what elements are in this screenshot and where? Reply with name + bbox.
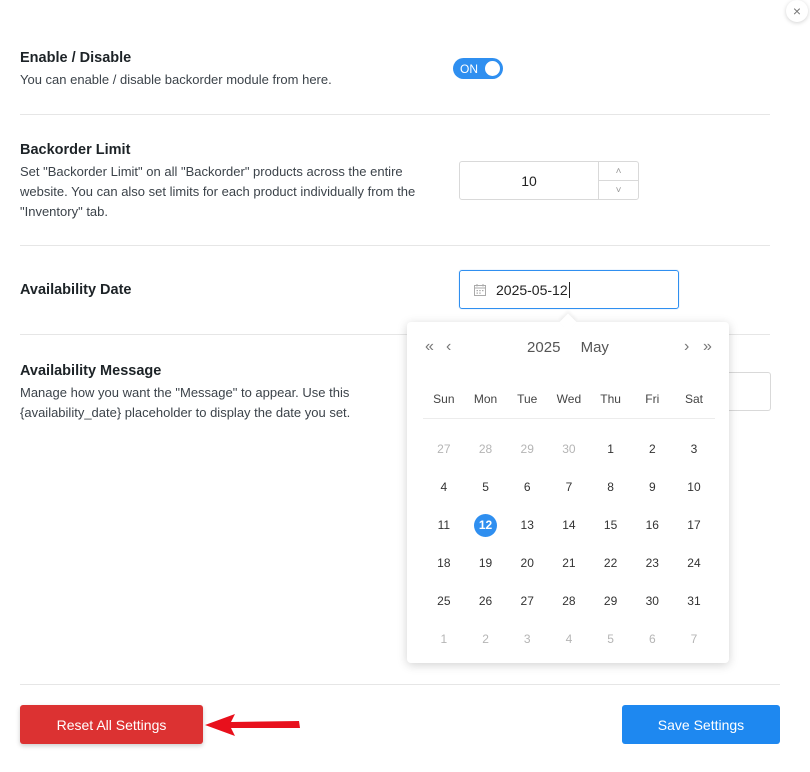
- calendar-day[interactable]: 6: [631, 620, 673, 658]
- calendar-week: 11 12 13 14 15 16 17: [423, 506, 715, 544]
- decrement-button[interactable]: ˅: [599, 181, 638, 199]
- date-picker-popup: « ‹ 2025 May › » Sun Mon Tue Wed Thu Fri…: [407, 313, 729, 663]
- weekday-label: Thu: [600, 392, 621, 406]
- calendar-day[interactable]: 29: [590, 582, 632, 620]
- limit-label: Backorder Limit: [20, 142, 131, 158]
- next-month-icon[interactable]: ›: [684, 338, 689, 356]
- limit-input[interactable]: 10: [460, 162, 598, 199]
- annotation-arrow-icon: [205, 714, 300, 736]
- calendar-day[interactable]: 25: [423, 582, 465, 620]
- date-value: 2025-05-12: [496, 281, 568, 298]
- chevron-up-icon: ˄: [615, 165, 622, 177]
- enable-toggle[interactable]: ON: [453, 58, 503, 79]
- setting-enable: Enable / Disable You can enable / disabl…: [20, 50, 770, 90]
- calendar-week: 18 19 20 21 22 23 24: [423, 544, 715, 582]
- calendar-day[interactable]: 10: [673, 468, 715, 506]
- weekday-label: Fri: [645, 392, 660, 406]
- setting-limit: Backorder Limit Set "Backorder Limit" on…: [20, 142, 440, 222]
- calendar-day[interactable]: 18: [423, 544, 465, 582]
- close-icon: ×: [792, 3, 802, 19]
- calendar-day[interactable]: 24: [673, 544, 715, 582]
- calendar-day[interactable]: 30: [631, 582, 673, 620]
- calendar-day[interactable]: 22: [590, 544, 632, 582]
- toggle-knob: [485, 61, 500, 76]
- toggle-label: ON: [460, 61, 478, 76]
- calendar-day-selected[interactable]: 12: [465, 506, 507, 544]
- limit-desc: Set "Backorder Limit" on all "Backorder"…: [20, 164, 416, 219]
- next-year-icon[interactable]: »: [703, 338, 712, 356]
- divider: [20, 245, 770, 246]
- increment-button[interactable]: ˄: [599, 162, 638, 181]
- reset-all-settings-button[interactable]: Reset All Settings: [20, 705, 203, 744]
- calendar-day[interactable]: 20: [506, 544, 548, 582]
- calendar-day[interactable]: 2: [465, 620, 507, 658]
- close-button[interactable]: ×: [786, 0, 808, 22]
- stepper-controls: ˄ ˅: [598, 162, 638, 199]
- calendar-day[interactable]: 30: [548, 430, 590, 468]
- calendar-day[interactable]: 15: [590, 506, 632, 544]
- weekday-label: Sat: [684, 392, 703, 406]
- year-select[interactable]: 2025: [527, 339, 560, 356]
- calendar-day[interactable]: 31: [673, 582, 715, 620]
- calendar-day[interactable]: 8: [590, 468, 632, 506]
- enable-desc: You can enable / disable backorder modul…: [20, 72, 332, 87]
- calendar-day[interactable]: 11: [423, 506, 465, 544]
- calendar-week: 4 5 6 7 8 9 10: [423, 468, 715, 506]
- weekday-label: Mon: [473, 392, 498, 406]
- date-input[interactable]: 2025-05-12: [459, 270, 679, 309]
- calendar-day[interactable]: 5: [590, 620, 632, 658]
- calendar-day[interactable]: 28: [548, 582, 590, 620]
- calendar-title: 2025 May: [407, 339, 729, 356]
- divider: [20, 114, 770, 115]
- calendar-day[interactable]: 14: [548, 506, 590, 544]
- calendar-day[interactable]: 1: [423, 620, 465, 658]
- calendar-week: 25 26 27 28 29 30 31: [423, 582, 715, 620]
- calendar-day[interactable]: 3: [506, 620, 548, 658]
- calendar-icon: [474, 283, 486, 296]
- calendar-day[interactable]: 7: [548, 468, 590, 506]
- weekday-label: Sun: [433, 392, 455, 406]
- calendar-day[interactable]: 23: [631, 544, 673, 582]
- enable-label: Enable / Disable: [20, 50, 132, 66]
- calendar-header: « ‹ 2025 May › »: [407, 338, 729, 360]
- calendar-day[interactable]: 21: [548, 544, 590, 582]
- message-desc: Manage how you want the "Message" to app…: [20, 385, 351, 420]
- calendar-day[interactable]: 29: [506, 430, 548, 468]
- footer-divider: [20, 684, 780, 685]
- limit-stepper[interactable]: 10 ˄ ˅: [459, 161, 639, 200]
- calendar-week: 1 2 3 4 5 6 7: [423, 620, 715, 658]
- calendar-day[interactable]: 26: [465, 582, 507, 620]
- message-label: Availability Message: [20, 363, 162, 379]
- text-caret: [568, 281, 570, 298]
- calendar-day[interactable]: 13: [506, 506, 548, 544]
- weekday-label: Wed: [556, 392, 582, 406]
- calendar-day[interactable]: 16: [631, 506, 673, 544]
- calendar-day[interactable]: 7: [673, 620, 715, 658]
- calendar-day[interactable]: 28: [465, 430, 507, 468]
- calendar-day[interactable]: 4: [423, 468, 465, 506]
- calendar-day[interactable]: 1: [590, 430, 632, 468]
- weekday-header: Sun Mon Tue Wed Thu Fri Sat: [423, 392, 715, 419]
- calendar-day[interactable]: 27: [423, 430, 465, 468]
- month-select[interactable]: May: [581, 339, 609, 356]
- calendar-week: 27 28 29 30 1 2 3: [423, 430, 715, 468]
- popup-arrow: [559, 313, 577, 331]
- weekday-label: Tue: [517, 392, 538, 406]
- selected-day-label: 12: [474, 513, 498, 537]
- calendar-day[interactable]: 4: [548, 620, 590, 658]
- chevron-down-icon: ˅: [615, 184, 622, 196]
- calendar-day[interactable]: 27: [506, 582, 548, 620]
- calendar-day[interactable]: 9: [631, 468, 673, 506]
- calendar-day[interactable]: 19: [465, 544, 507, 582]
- setting-message: Availability Message Manage how you want…: [20, 363, 400, 423]
- save-settings-button[interactable]: Save Settings: [622, 705, 780, 744]
- calendar-day[interactable]: 17: [673, 506, 715, 544]
- calendar-day[interactable]: 5: [465, 468, 507, 506]
- calendar-grid: 27 28 29 30 1 2 3 4 5 6 7 8 9 10 11 12 1…: [423, 430, 715, 658]
- calendar-day[interactable]: 2: [631, 430, 673, 468]
- calendar-day[interactable]: 6: [506, 468, 548, 506]
- calendar-day[interactable]: 3: [673, 430, 715, 468]
